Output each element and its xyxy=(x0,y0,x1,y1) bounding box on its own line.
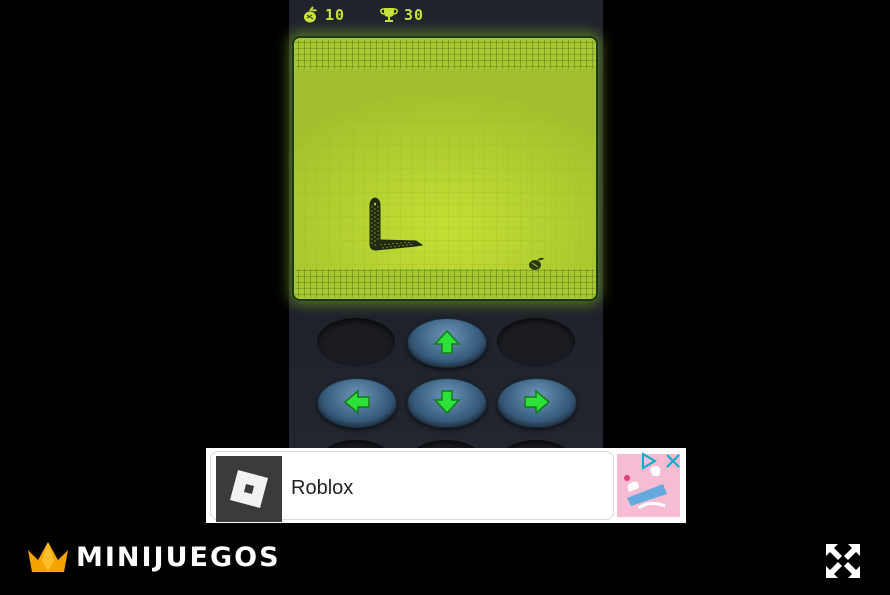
arrow-down-icon xyxy=(433,390,461,415)
best-value: 30 xyxy=(404,6,425,24)
arrow-right-icon xyxy=(524,389,551,415)
bottom-wall xyxy=(295,269,595,297)
crown-icon xyxy=(28,542,68,572)
best-score: 30 xyxy=(380,6,424,24)
pad-empty xyxy=(497,318,575,366)
score-counter: 10 xyxy=(301,6,345,24)
down-button[interactable] xyxy=(407,378,487,428)
score-value: 10 xyxy=(325,6,346,24)
close-icon[interactable] xyxy=(664,452,682,470)
top-wall xyxy=(295,40,595,69)
ad-banner[interactable]: Roblox xyxy=(206,448,686,523)
hud: 10 30 xyxy=(289,0,603,34)
roblox-logo xyxy=(216,456,282,522)
game-screen[interactable] xyxy=(292,36,598,301)
up-button[interactable] xyxy=(407,318,487,368)
pad-empty xyxy=(317,318,395,366)
apple-icon xyxy=(304,6,317,23)
arrow-up-icon xyxy=(433,329,461,354)
game-frame: 10 30 xyxy=(289,0,603,488)
left-button[interactable] xyxy=(317,378,397,428)
trophy-icon xyxy=(380,8,398,22)
fullscreen-icon[interactable] xyxy=(822,540,864,582)
control-pad xyxy=(289,302,603,488)
ad-title[interactable]: Roblox xyxy=(291,477,353,500)
brand-name: MINIJUEGOS xyxy=(76,541,281,573)
adchoices-icon[interactable] xyxy=(640,452,658,470)
arrow-left-icon xyxy=(343,389,370,415)
ad-card[interactable]: Roblox xyxy=(210,451,614,522)
right-button[interactable] xyxy=(497,378,577,428)
brand-logo[interactable]: MINIJUEGOS xyxy=(26,540,281,574)
